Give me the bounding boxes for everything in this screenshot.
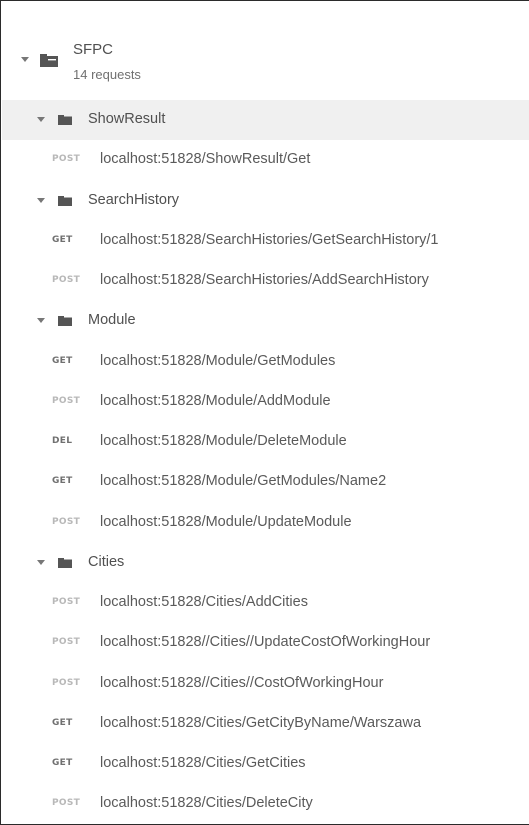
caret-down-icon[interactable] xyxy=(37,318,45,324)
caret-down-icon[interactable] xyxy=(37,559,45,565)
request-row[interactable]: GET localhost:51828/Module/GetModules xyxy=(2,342,529,382)
request-url: localhost:51828/SearchHistories/AddSearc… xyxy=(100,272,429,288)
folder-label: Cities xyxy=(88,553,125,570)
folder-label: SearchHistory xyxy=(88,191,180,208)
folder-label: ShowResult xyxy=(88,111,166,127)
request-row[interactable]: GET localhost:51828/Module/GetModules/Nam… xyxy=(2,462,529,502)
request-url: localhost:51828/Module/DeleteModule xyxy=(100,433,347,449)
method-badge: POST xyxy=(52,395,81,406)
request-row[interactable]: POST localhost:51828//Cities//CostOfWorki… xyxy=(2,664,529,704)
method-badge: POST xyxy=(52,516,81,527)
folder-row-showresult[interactable]: ShowResult xyxy=(2,100,529,141)
request-url: localhost:51828/ShowResult/Get xyxy=(100,151,311,168)
request-url: localhost:51828/Cities/GetCities xyxy=(100,755,306,771)
request-url: localhost:51828/Cities/AddCities xyxy=(100,594,308,610)
request-url: localhost:51828/Cities/GetCityByName/War… xyxy=(100,714,422,731)
caret-down-icon[interactable] xyxy=(37,197,45,203)
method-badge: DEL xyxy=(52,436,73,446)
request-url: localhost:51828/SearchHistories/GetSearc… xyxy=(100,231,439,248)
collection-name: SFPC xyxy=(73,41,114,58)
folder-icon xyxy=(58,316,72,327)
method-badge: GET xyxy=(52,234,73,245)
method-badge: GET xyxy=(52,758,73,768)
request-row[interactable]: POST localhost:51828/ShowResult/Get xyxy=(2,140,529,180)
request-row[interactable]: POST localhost:51828/Module/AddModule xyxy=(2,382,529,422)
sidebar-top-strip xyxy=(2,2,529,20)
request-url: localhost:51828//Cities//UpdateCostOfWor… xyxy=(100,634,431,651)
method-badge: POST xyxy=(52,275,81,285)
caret-down-icon[interactable] xyxy=(21,57,29,62)
folder-label: Module xyxy=(88,312,136,329)
request-url: localhost:51828/Module/GetModules xyxy=(100,352,336,369)
folder-icon xyxy=(58,557,72,568)
method-badge: GET xyxy=(52,355,73,366)
method-badge: GET xyxy=(52,476,73,487)
method-badge: POST xyxy=(52,798,81,809)
caret-down-icon[interactable] xyxy=(37,117,45,122)
request-row[interactable]: POST localhost:51828/Module/UpdateModule xyxy=(2,503,529,543)
folder-row-module[interactable]: Module xyxy=(2,301,529,341)
request-row[interactable]: GET localhost:51828/Cities/GetCityByName/… xyxy=(2,704,529,744)
request-tree: ShowResult POST localhost:51828/ShowResult… xyxy=(2,100,529,824)
method-badge: POST xyxy=(52,154,81,165)
request-url: localhost:51828/Module/GetModules/Name2 xyxy=(100,473,387,490)
request-row[interactable]: POST localhost:51828/Cities/DeleteCity xyxy=(2,784,529,824)
collection-folder-icon xyxy=(40,54,58,67)
request-url: localhost:51828/Cities/DeleteCity xyxy=(100,795,313,812)
folder-icon xyxy=(58,195,72,206)
request-row[interactable]: POST localhost:51828//Cities//UpdateCostO… xyxy=(2,623,529,663)
collection-sidebar: SFPC 14 requests ShowResult POST localhost… xyxy=(0,0,529,825)
method-badge: POST xyxy=(52,597,81,607)
collection-request-count: 14 requests xyxy=(73,67,141,82)
request-row[interactable]: POST localhost:51828/SearchHistories/AddS… xyxy=(2,261,529,301)
request-row[interactable]: GET localhost:51828/SearchHistories/GetSe… xyxy=(2,221,529,261)
request-row[interactable]: POST localhost:51828/Cities/AddCities xyxy=(2,583,529,623)
method-badge: GET xyxy=(52,717,73,728)
request-row[interactable]: GET localhost:51828/Cities/GetCities xyxy=(2,744,529,784)
folder-row-cities[interactable]: Cities xyxy=(2,543,529,583)
request-url: localhost:51828//Cities//CostOfWorkingHo… xyxy=(100,674,384,691)
method-badge: POST xyxy=(52,637,81,648)
request-url: localhost:51828/Module/UpdateModule xyxy=(100,513,352,530)
folder-row-searchhistory[interactable]: SearchHistory xyxy=(2,181,529,221)
folder-icon xyxy=(58,115,72,125)
request-row[interactable]: DEL localhost:51828/Module/DeleteModule xyxy=(2,422,529,462)
collection-header[interactable]: SFPC 14 requests xyxy=(2,19,529,100)
request-url: localhost:51828/Module/AddModule xyxy=(100,392,331,409)
method-badge: POST xyxy=(52,677,81,688)
